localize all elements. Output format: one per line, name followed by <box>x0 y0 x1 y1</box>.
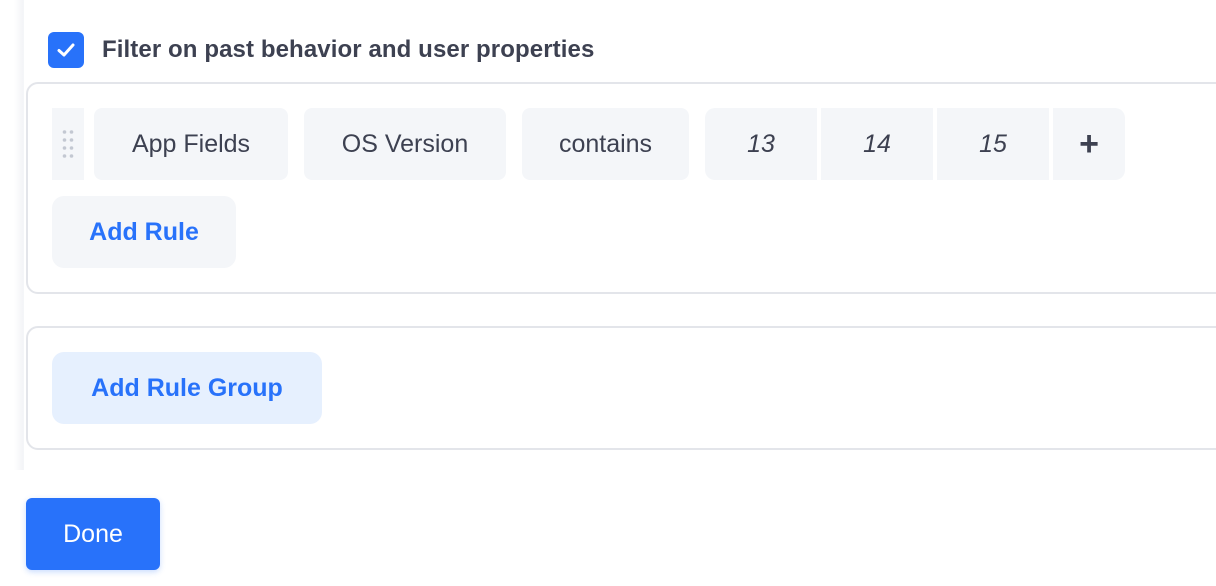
rule-value-chip[interactable]: 14 <box>821 108 933 180</box>
filter-checkbox[interactable] <box>48 32 84 68</box>
rule-value-chip[interactable]: 13 <box>705 108 817 180</box>
rule-field-select[interactable]: OS Version <box>304 108 506 180</box>
grip-dots <box>62 130 74 158</box>
drag-handle-icon[interactable] <box>52 108 84 180</box>
checkmark-icon <box>57 43 75 57</box>
add-value-icon[interactable]: + <box>1053 108 1125 180</box>
filter-toggle-row: Filter on past behavior and user propert… <box>48 32 594 68</box>
filter-label: Filter on past behavior and user propert… <box>102 36 595 63</box>
rule-values: 13 14 15 + <box>705 108 1125 180</box>
rule-value-chip[interactable]: 15 <box>937 108 1049 180</box>
done-button[interactable]: Done <box>26 498 160 570</box>
rule-operator-select[interactable]: contains <box>522 108 689 180</box>
segment-filter-panel: Filter on past behavior and user propert… <box>0 0 1216 470</box>
add-rule-group-button[interactable]: Add Rule Group <box>52 352 322 424</box>
rule-category-select[interactable]: App Fields <box>94 108 288 180</box>
add-rule-button[interactable]: Add Rule <box>52 196 236 268</box>
panel-edge <box>0 0 24 470</box>
